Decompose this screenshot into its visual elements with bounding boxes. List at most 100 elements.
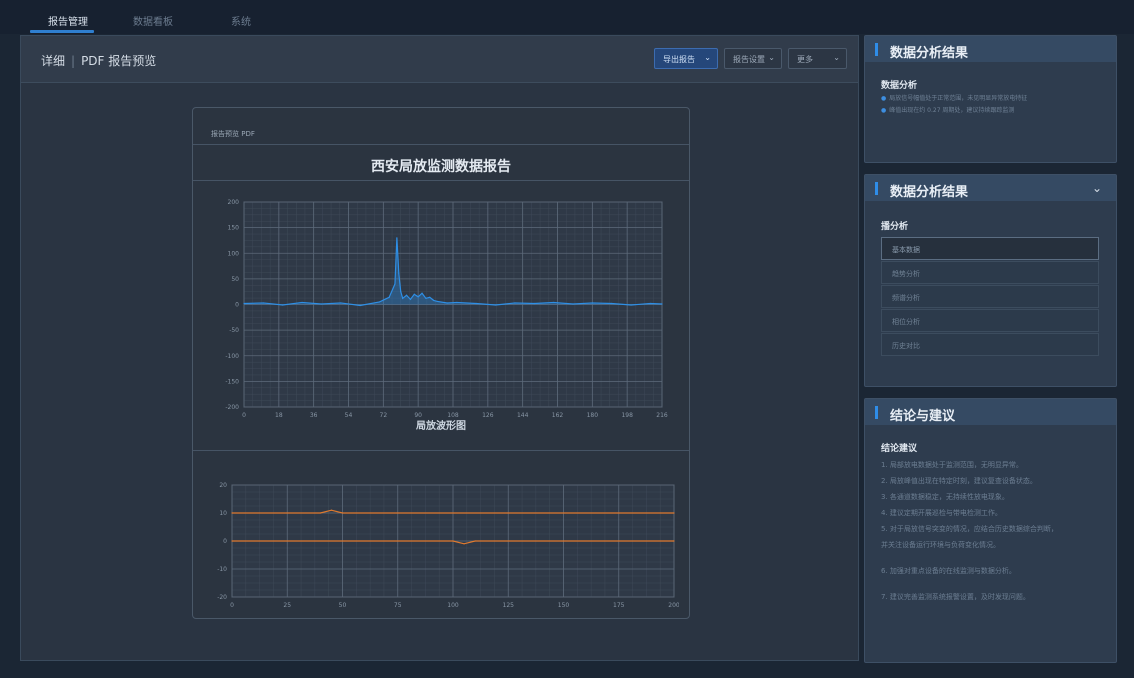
tab-dashboard[interactable]: 数据看板: [133, 13, 173, 28]
preview-header: 详细 | PDF 报告预览 导出报告 ⌄ 报告设置 ⌄ 更多 ⌄: [21, 36, 858, 83]
analysis-bullet: ● 峰值出现在约 0.27 周期处，建议持续跟踪监测: [881, 106, 1106, 116]
y-tick-label: 100: [228, 250, 240, 257]
panel-accent-bar: [875, 406, 878, 419]
y-tick-label: 0: [223, 538, 227, 545]
x-tick-label: 50: [339, 602, 347, 609]
data-point: [231, 540, 233, 542]
analysis-panel-2: 数据分析结果 ⌄ 播分析 基本数据 趋势分析 频谱分析 相位分析 历史对比: [864, 174, 1117, 387]
panel-accent-bar: [875, 182, 878, 195]
y-tick-label: -200: [225, 404, 239, 411]
y-tick-label: 50: [231, 276, 239, 283]
conclusion-line: 2. 局放峰值出现在特定时刻，建议复查设备状态。: [881, 477, 1037, 485]
data-point: [475, 302, 477, 305]
data-point: [417, 296, 419, 298]
report-preview-area: 详细 | PDF 报告预览 导出报告 ⌄ 报告设置 ⌄ 更多 ⌄ 报告预览 PDF …: [20, 35, 859, 661]
report-settings-label: 报告设置: [733, 55, 765, 64]
data-point: [649, 302, 651, 305]
data-point: [301, 301, 303, 304]
data-point: [394, 283, 396, 285]
chevron-down-icon: ⌄: [768, 53, 775, 62]
list-item-spectrum[interactable]: 频谱分析: [881, 285, 1099, 308]
conclusion-line: 3. 各通道数据稳定，无持续性放电现象。: [881, 493, 1009, 501]
y-tick-label: -20: [217, 594, 227, 601]
panel-subtitle: 结论建议: [881, 444, 918, 454]
list-item-phase[interactable]: 相位分析: [881, 309, 1099, 332]
x-tick-label: 100: [447, 602, 459, 609]
bullet-dot-icon: ●: [881, 95, 887, 102]
conclusion-panel: 结论与建议 结论建议 1. 局部放电数据处于监测范围，无明显异常。 2. 局放峰…: [864, 398, 1117, 663]
tab-system[interactable]: 系统: [231, 13, 251, 28]
data-point: [433, 299, 435, 301]
data-point: [446, 302, 448, 304]
data-point: [661, 303, 663, 305]
export-report-button[interactable]: 导出报告 ⌄: [654, 48, 718, 69]
x-tick-label: 150: [558, 602, 570, 609]
data-point: [673, 512, 675, 514]
data-point: [456, 301, 458, 304]
panel-header: 结论与建议: [865, 399, 1116, 425]
data-point: [409, 298, 412, 300]
data-point: [388, 296, 390, 298]
more-button[interactable]: 更多 ⌄: [788, 48, 847, 69]
data-point: [436, 300, 439, 303]
data-point: [319, 512, 321, 514]
active-tab-indicator: [30, 30, 94, 33]
panel-title: 结论与建议: [890, 409, 956, 424]
data-point: [262, 302, 264, 304]
data-point: [452, 540, 454, 542]
data-point: [630, 304, 632, 306]
tab-report-management[interactable]: 报告管理: [48, 13, 88, 28]
data-point: [340, 302, 342, 304]
bullet-text: 峰值出现在约 0.27 周期处，建议持续跟踪监测: [889, 107, 1015, 114]
chart-x-axis-label: 局放波形图: [416, 421, 466, 432]
divider: [193, 450, 689, 451]
data-point: [494, 304, 497, 306]
pdf-document: 报告预览 PDF 西安局放监测数据报告 0 18 36 54 72 90 108 126 144…: [192, 107, 690, 619]
y-tick-label: 200: [228, 199, 240, 206]
data-point: [429, 296, 431, 298]
data-point: [359, 304, 361, 307]
conclusion-line: 6. 加强对重点设备的在线监测与数据分析。: [881, 567, 1016, 575]
data-point: [400, 291, 402, 293]
conclusion-line: 5. 对于局放信号突变的情况，应结合历史数据综合判断，: [881, 525, 1058, 533]
x-tick-label: 125: [503, 602, 515, 609]
panel-header: 数据分析结果: [865, 36, 1116, 62]
report-title: 西安局放监测数据报告: [371, 159, 511, 175]
list-item-basic-data[interactable]: 基本数据: [881, 237, 1099, 260]
panel-title: 数据分析结果: [890, 185, 969, 200]
conclusion-line: 7. 建议完善监测系统报警设置，及时发现问题。: [881, 593, 1030, 601]
top-nav: 报告管理 数据看板 系统: [0, 0, 1134, 34]
data-point: [425, 297, 427, 299]
y-tick-label: 0: [235, 302, 239, 309]
list-item-trend[interactable]: 趋势分析: [881, 261, 1099, 284]
data-point: [673, 540, 675, 542]
divider: [193, 180, 689, 181]
y-tick-label: -50: [229, 327, 239, 334]
bullet-dot-icon: ●: [881, 107, 887, 114]
data-point: [231, 512, 233, 514]
data-point: [405, 294, 408, 296]
conclusion-line: 1. 局部放电数据处于监测范围，无明显异常。: [881, 461, 1023, 469]
chevron-down-icon[interactable]: ⌄: [1092, 181, 1102, 195]
data-point: [402, 297, 404, 299]
chevron-down-icon: ⌄: [704, 53, 711, 62]
conclusion-line: 并关注设备运行环境与负荷变化情况。: [881, 541, 1000, 549]
data-point: [421, 292, 423, 294]
y-tick-label: 10: [219, 510, 227, 517]
page-title-sub: PDF 报告预览: [81, 54, 157, 68]
report-settings-button[interactable]: 报告设置 ⌄: [724, 48, 782, 69]
data-point: [474, 540, 476, 542]
data-point: [463, 543, 465, 545]
data-point: [341, 512, 344, 514]
data-point: [553, 301, 555, 304]
data-point: [396, 237, 398, 239]
list-item-history[interactable]: 历史对比: [881, 333, 1099, 356]
data-point: [378, 301, 381, 303]
data-point: [611, 302, 613, 305]
data-point: [398, 273, 400, 275]
data-point: [413, 293, 415, 295]
x-tick-label: 75: [394, 602, 402, 609]
trend-chart: 0 25 50 75 100 125 150 175 20020100-10-20: [217, 482, 679, 609]
page-title-main: 详细: [41, 54, 66, 68]
y-tick-label: -100: [225, 353, 239, 360]
